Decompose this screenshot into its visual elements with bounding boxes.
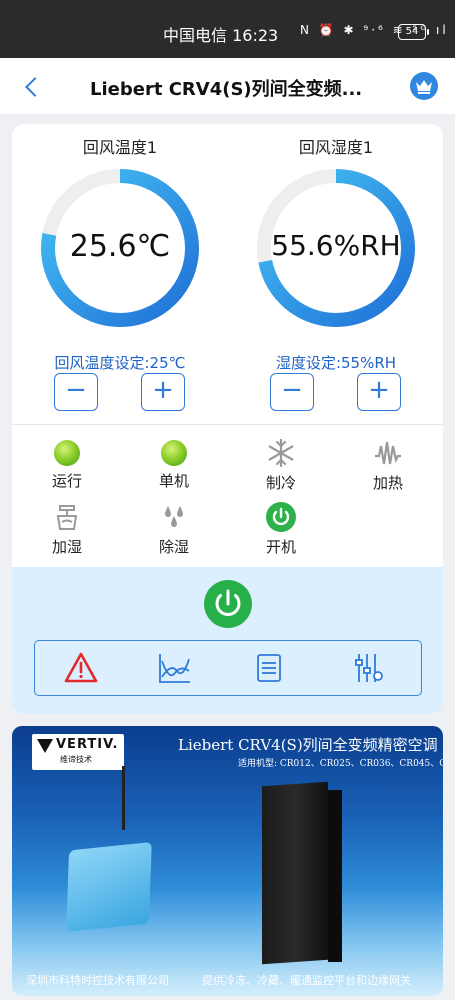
- device-card: 回风温度1 25.6℃ 回风温度设定:25℃ − + 回风湿度1 55.6%RH…: [12, 124, 443, 714]
- action-toolbar: [34, 640, 422, 696]
- temperature-increase-button[interactable]: +: [141, 373, 185, 411]
- carrier-time: 中国电信 16:23: [163, 26, 279, 45]
- status-heating: 加热: [343, 438, 433, 493]
- temperature-gauge: 回风温度1 25.6℃ 回风温度设定:25℃: [30, 134, 210, 372]
- green-dot-icon: [161, 440, 187, 466]
- banner-company: 深圳市科特时控技术有限公司: [26, 974, 169, 987]
- status-label: 除湿: [158, 538, 189, 556]
- status-running: 运行: [22, 438, 112, 491]
- crown-icon[interactable]: [410, 72, 438, 100]
- antenna-image: [122, 766, 125, 830]
- humidity-gauge: 回风湿度1 55.6%RH 湿度设定:55%RH: [246, 134, 426, 372]
- snowflake-icon: [266, 438, 296, 468]
- banner-models: 适用机型: CR012、CR025、CR036、CR045、CR066: [238, 759, 443, 769]
- humidity-increase-button[interactable]: +: [357, 373, 401, 411]
- gateway-device-image: [66, 841, 152, 933]
- alarm-icon[interactable]: [63, 651, 99, 685]
- system-status-bar: 中国电信 16:23 N ⏰ ✱ ⁹·⁶ ≋ ⁵ᴳ ıl 54: [0, 0, 455, 58]
- humidity-value: 55.6%RH: [271, 229, 401, 262]
- power-on-icon: [266, 502, 296, 532]
- status-label: 加热: [372, 474, 403, 492]
- temperature-value: 25.6℃: [69, 229, 171, 264]
- status-label: 制冷: [265, 474, 296, 492]
- temperature-decrease-button[interactable]: −: [54, 373, 98, 411]
- status-label: 单机: [158, 472, 189, 490]
- heater-icon: [373, 438, 403, 468]
- product-banner[interactable]: VERTIV. 维谛技术 Liebert CRV4(S)列间全变频精密空调 适用…: [12, 726, 443, 996]
- status-cooling: 制冷: [236, 438, 326, 493]
- status-humidifying: 加湿: [22, 502, 112, 557]
- control-panel: [12, 567, 443, 714]
- chart-icon[interactable]: [157, 651, 193, 685]
- status-label: 运行: [51, 472, 82, 490]
- battery-icon: 54: [398, 24, 429, 40]
- power-button[interactable]: [204, 580, 252, 628]
- list-icon[interactable]: [251, 651, 287, 685]
- power-icon: [215, 589, 241, 617]
- divider: [12, 424, 443, 425]
- banner-title: Liebert CRV4(S)列间全变频精密空调: [178, 736, 438, 754]
- cabinet-side: [328, 790, 342, 962]
- humidity-setpoint: 湿度设定:55%RH: [275, 354, 397, 372]
- back-icon[interactable]: [22, 72, 46, 100]
- status-power-on: 开机: [236, 502, 326, 557]
- status-label: 加湿: [51, 538, 82, 556]
- app-header: Liebert CRV4(S)列间全变频...: [0, 58, 455, 114]
- settings-sliders-icon[interactable]: [351, 651, 387, 685]
- green-dot-icon: [54, 440, 80, 466]
- status-label: 开机: [265, 538, 296, 556]
- banner-slogan: 提供冷冻、冷藏、暖通监控平台和边缘网关: [202, 974, 411, 987]
- vertiv-logo: VERTIV. 维谛技术: [32, 734, 124, 770]
- temperature-label: 回风温度1: [82, 138, 158, 157]
- temperature-setpoint: 回风温度设定:25℃: [54, 354, 186, 372]
- water-drops-icon: [159, 502, 189, 532]
- page-title: Liebert CRV4(S)列间全变频...: [90, 79, 363, 100]
- status-dehumidifying: 除湿: [129, 502, 219, 557]
- air-conditioner-cabinet-image: [262, 781, 328, 965]
- status-standalone: 单机: [129, 438, 219, 491]
- humidifier-icon: [52, 502, 82, 532]
- humidity-label: 回风湿度1: [298, 138, 374, 157]
- humidity-decrease-button[interactable]: −: [270, 373, 314, 411]
